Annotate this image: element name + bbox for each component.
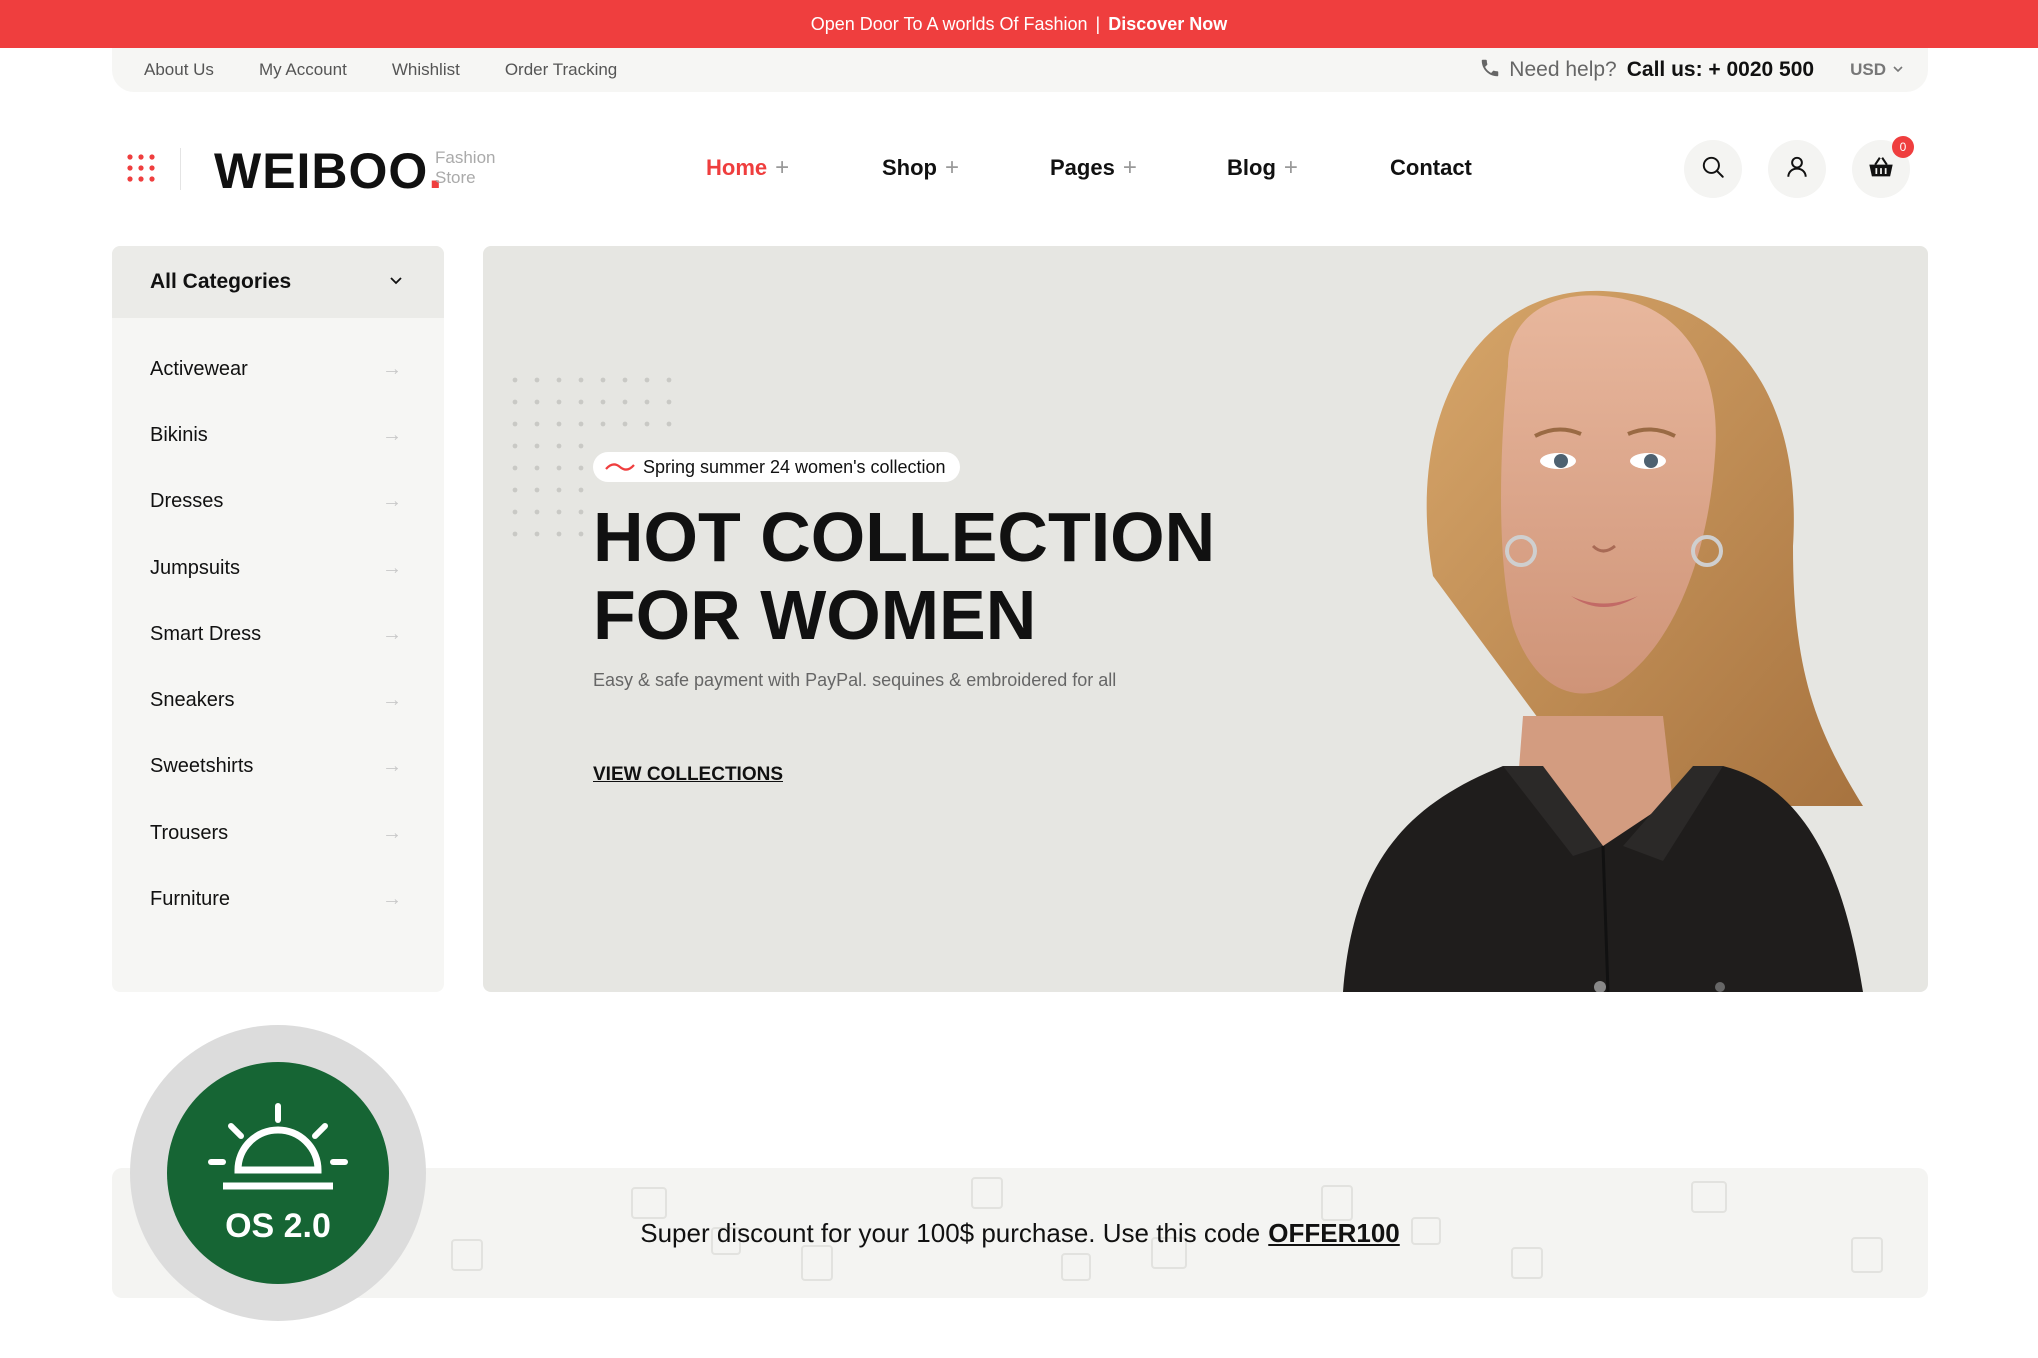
hero-title-line-2: FOR WOMEN: [593, 576, 1037, 654]
category-item-jumpsuits[interactable]: Jumpsuits →: [112, 535, 444, 601]
plus-icon: +: [775, 154, 790, 181]
arrow-right-icon: →: [382, 357, 402, 380]
order-tracking-link[interactable]: Order Tracking: [505, 60, 617, 80]
model-image: [1343, 290, 1863, 992]
my-account-link[interactable]: My Account: [259, 60, 347, 80]
logo-sub-line-2: Store: [435, 168, 476, 187]
category-item-smart-dress[interactable]: Smart Dress →: [112, 601, 444, 667]
hero-title: HOT COLLECTION FOR WOMEN: [593, 498, 1215, 654]
category-label: Sneakers: [150, 689, 235, 712]
promo-message: Super discount for your 100$ purchase. U…: [640, 1218, 1400, 1249]
main-nav: Home + Shop + Pages + Blog + Contact: [706, 154, 1472, 182]
nav-contact[interactable]: Contact: [1390, 154, 1472, 182]
need-help-label: Need help?: [1509, 58, 1617, 81]
announcement-separator: |: [1095, 13, 1101, 34]
arrow-right-icon: →: [382, 556, 402, 579]
search-icon: [1700, 154, 1726, 185]
arrow-right-icon: →: [382, 689, 402, 712]
nav-pages[interactable]: Pages +: [1050, 154, 1227, 182]
sunrise-icon: [203, 1100, 353, 1205]
logo-subtitle: Fashion Store: [435, 148, 495, 188]
category-item-sneakers[interactable]: Sneakers →: [112, 667, 444, 733]
logo-text: WEIBOO: [214, 143, 429, 199]
category-label: Activewear: [150, 357, 248, 380]
all-categories-label: All Categories: [150, 270, 292, 293]
arrow-right-icon: →: [382, 423, 402, 446]
category-label: Bikinis: [150, 423, 208, 446]
nav-pages-label: Pages: [1050, 155, 1115, 180]
arrow-right-icon: →: [382, 755, 402, 778]
main-header: WEIBOO. Fashion Store Home + Shop + Page…: [112, 128, 1928, 208]
nav-shop[interactable]: Shop +: [882, 154, 1050, 182]
category-sidebar: All Categories Activewear → Bikinis → Dres…: [112, 246, 444, 992]
promo-code[interactable]: OFFER100: [1268, 1218, 1400, 1248]
nav-home-label: Home: [706, 155, 768, 180]
plus-icon: +: [1122, 154, 1137, 181]
nav-shop-label: Shop: [882, 155, 937, 180]
nav-home[interactable]: Home +: [706, 154, 882, 182]
promo-text: Super discount for your 100$ purchase. U…: [640, 1217, 1261, 1248]
search-button[interactable]: [1684, 140, 1742, 198]
collection-tag-text: Spring summer 24 women's collection: [643, 456, 946, 477]
header-divider: [180, 148, 181, 190]
account-button[interactable]: [1768, 140, 1826, 198]
wishlist-link[interactable]: Whishlist: [392, 60, 460, 80]
collection-tag: Spring summer 24 women's collection: [593, 452, 960, 482]
plus-icon: +: [945, 154, 960, 181]
hero-subtitle: Easy & safe payment with PayPal. sequine…: [593, 670, 1117, 690]
arrow-right-icon: →: [382, 821, 402, 844]
basket-icon: [1867, 153, 1895, 186]
cart-count-badge: 0: [1892, 136, 1914, 158]
announcement-bar: Open Door To A worlds Of Fashion | Disco…: [0, 0, 2038, 48]
call-us-number[interactable]: Call us: + 0020 500: [1627, 58, 1814, 82]
category-item-furniture[interactable]: Furniture →: [112, 866, 444, 932]
category-label: Sweetshirts: [150, 755, 254, 778]
logo[interactable]: WEIBOO.: [214, 142, 443, 200]
phone-icon: [1479, 57, 1501, 84]
arrow-right-icon: →: [382, 490, 402, 513]
all-categories-toggle[interactable]: All Categories: [112, 246, 444, 318]
category-label: Jumpsuits: [150, 556, 241, 579]
nav-blog[interactable]: Blog +: [1227, 154, 1390, 182]
os-badge-label: OS 2.0: [225, 1207, 331, 1245]
category-item-activewear[interactable]: Activewear →: [112, 336, 444, 402]
wave-icon: [605, 457, 635, 478]
cart-button[interactable]: 0: [1852, 136, 1914, 198]
menu-grid-icon[interactable]: [126, 153, 156, 183]
arrow-right-icon: →: [382, 888, 402, 911]
category-item-dresses[interactable]: Dresses →: [112, 469, 444, 535]
announcement-text: Open Door To A worlds Of Fashion: [810, 13, 1088, 34]
user-icon: [1784, 154, 1810, 185]
hero-banner: Spring summer 24 women's collection HOT …: [483, 246, 1928, 992]
nav-contact-label: Contact: [1390, 155, 1472, 180]
currency-value: USD: [1850, 60, 1886, 79]
category-item-trousers[interactable]: Trousers →: [112, 800, 444, 866]
category-item-bikinis[interactable]: Bikinis →: [112, 402, 444, 468]
chevron-down-icon: [1892, 60, 1904, 80]
category-label: Trousers: [150, 821, 229, 844]
os-badge: OS 2.0: [130, 1025, 426, 1321]
hero-title-line-1: HOT COLLECTION: [593, 498, 1216, 576]
arrow-right-icon: →: [382, 622, 402, 645]
category-label: Smart Dress: [150, 622, 262, 645]
chevron-down-icon: [388, 270, 404, 294]
view-collections-link[interactable]: VIEW COLLECTIONS: [593, 764, 783, 786]
logo-sub-line-1: Fashion: [435, 148, 496, 167]
category-item-sweetshirts[interactable]: Sweetshirts →: [112, 734, 444, 800]
category-label: Dresses: [150, 490, 224, 513]
nav-blog-label: Blog: [1227, 155, 1276, 180]
plus-icon: +: [1283, 154, 1298, 181]
utility-bar: About Us My Account Whishlist Order Trac…: [112, 48, 1928, 92]
about-us-link[interactable]: About Us: [144, 60, 214, 80]
category-label: Furniture: [150, 888, 231, 911]
currency-selector[interactable]: USD: [1850, 60, 1904, 80]
discover-now-link[interactable]: Discover Now: [1108, 14, 1227, 35]
